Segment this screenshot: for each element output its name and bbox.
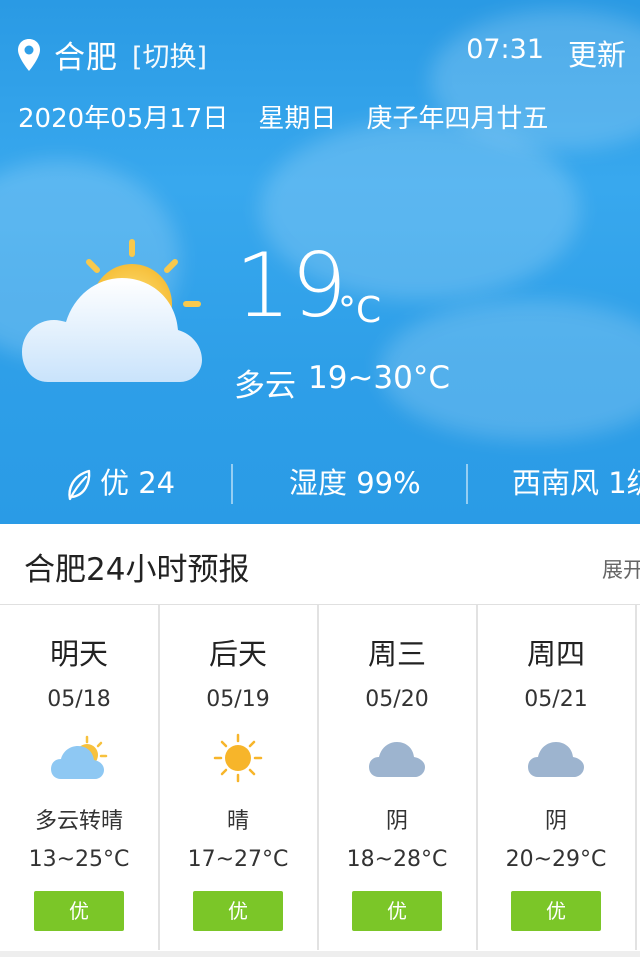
humidity-stat: 湿度 99%	[289, 466, 421, 500]
forecast-card[interactable]: 明天 05/18 多云转晴 13~25°C 优	[0, 605, 160, 950]
forecast-section-header: 合肥24小时预报 展开	[0, 524, 640, 605]
today-temperature-range: 19~30°C	[308, 360, 451, 396]
forecast-date: 05/19	[206, 687, 270, 712]
leaf-icon	[68, 469, 91, 501]
weekday: 星期日	[258, 104, 337, 134]
location-pin-icon	[18, 38, 40, 71]
city-name: 合肥	[54, 40, 118, 76]
forecast-section-title: 合肥24小时预报	[24, 552, 250, 588]
forecast-card[interactable]: 后天 05/19 晴 17~27°C 优	[159, 605, 319, 950]
stats-divider	[231, 464, 233, 504]
location-bar: 合肥 [切换]	[16, 32, 207, 77]
forecast-temperature-range: 20~29°C	[505, 847, 607, 872]
forecast-condition: 阴	[544, 809, 567, 834]
forecast-day: 明天	[49, 637, 108, 671]
stats-bar: 优 24 湿度 99% 西南风 1级	[0, 460, 640, 506]
expand-button[interactable]: 展开	[602, 554, 640, 584]
forecast-aqi-badge: 优	[34, 891, 124, 931]
forecast-date: 05/18	[47, 687, 111, 712]
current-condition-line: 多云 19~30°C	[234, 360, 450, 405]
forecast-condition: 阴	[385, 809, 408, 834]
sunny-icon	[213, 733, 263, 783]
air-quality-stat: 优 24	[66, 460, 175, 502]
lunar-date: 庚子年四月廿五	[366, 104, 549, 134]
current-condition: 多云	[234, 368, 296, 404]
forecast-date: 05/21	[524, 687, 588, 712]
forecast-condition: 多云转晴	[34, 809, 123, 834]
forecast-aqi-badge: 优	[193, 891, 283, 931]
partly-cloudy-icon	[51, 735, 108, 779]
switch-city-button[interactable]: [切换]	[132, 35, 207, 74]
date-line: 2020年05月17日 星期日 庚子年四月廿五	[18, 98, 548, 135]
partly-cloudy-icon	[22, 239, 202, 382]
stats-divider	[466, 464, 468, 504]
forecast-card[interactable]: 周三 05/20 阴 18~28°C 优	[318, 605, 478, 950]
forecast-condition: 晴	[226, 809, 249, 834]
forecast-temperature-range: 18~28°C	[346, 847, 448, 872]
bottom-divider	[0, 951, 640, 957]
forecast-day: 后天	[208, 637, 267, 671]
overcast-icon	[369, 742, 425, 777]
temperature-unit: °C	[338, 290, 382, 331]
forecast-aqi-badge: 优	[352, 891, 442, 931]
forecast-day: 周四	[526, 637, 585, 671]
refresh-button[interactable]: 更新	[568, 32, 626, 74]
forecast-temperature-range: 17~27°C	[187, 847, 289, 872]
wind-stat: 西南风 1级	[512, 466, 640, 500]
forecast-aqi-badge: 优	[511, 891, 601, 931]
current-temperature: 19	[235, 234, 347, 337]
update-time: 07:31	[466, 34, 544, 65]
air-quality-value: 优 24	[100, 466, 176, 500]
solar-date: 2020年05月17日	[18, 104, 229, 134]
overcast-icon	[528, 742, 584, 777]
forecast-temperature-range: 13~25°C	[28, 847, 130, 872]
forecast-cards: 明天 05/18 多云转晴 13~25°C 优 后天 05/19 晴 17~27…	[0, 605, 640, 957]
forecast-day: 周三	[367, 637, 426, 671]
forecast-date: 05/20	[365, 687, 429, 712]
forecast-card[interactable]: 周四 05/21 阴 20~29°C 优	[477, 605, 637, 950]
current-weather-panel: 合肥 [切换] 07:31 更新 2020年05月17日 星期日 庚子年四月廿五…	[0, 0, 640, 524]
